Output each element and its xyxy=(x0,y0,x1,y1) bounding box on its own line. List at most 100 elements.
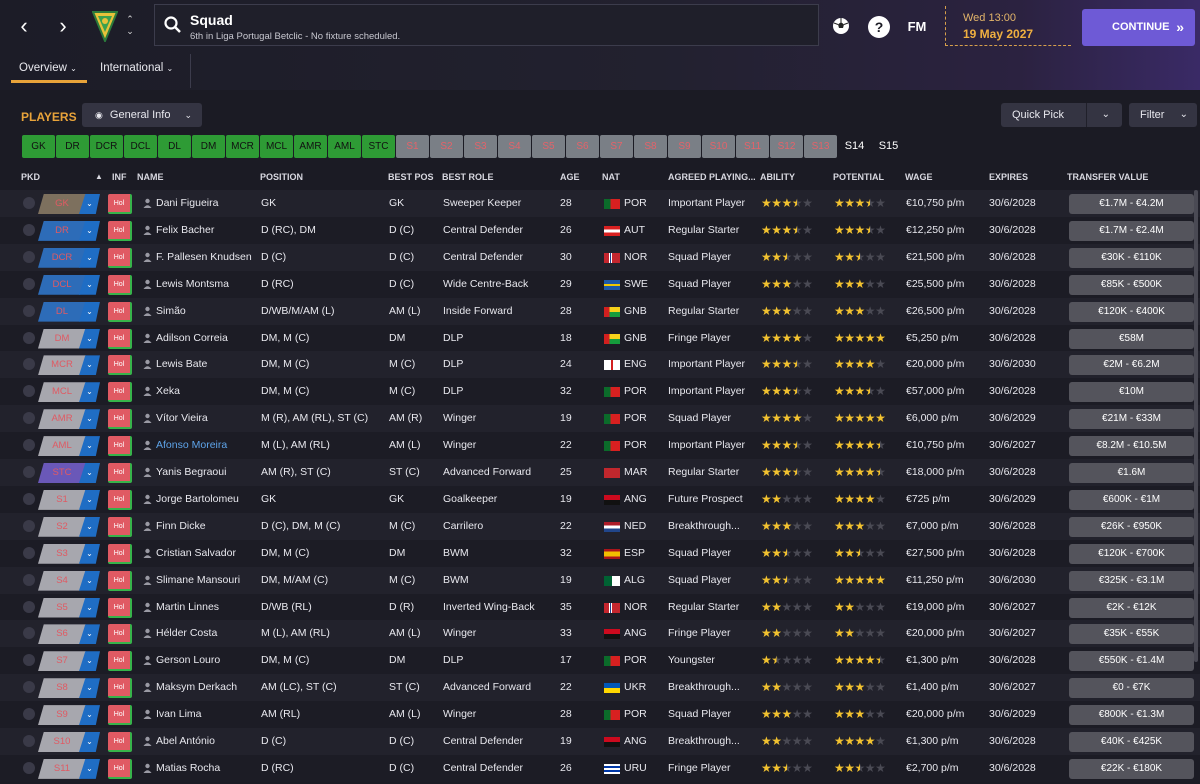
transfer-value-badge[interactable]: €1.7M - €2.4M xyxy=(1069,220,1194,241)
player-name[interactable]: Lewis Montsma xyxy=(156,271,256,298)
select-checkbox[interactable] xyxy=(23,735,35,747)
table-row[interactable]: S4 ⌄ Hol Slimane Mansouri DM, M/AM (C) M (C) B… xyxy=(0,566,1200,594)
pkd-position-box[interactable]: DL xyxy=(38,301,86,322)
table-row[interactable]: GK ⌄ Hol Dani Figueira GK GK Sweeper Keeper 28 P… xyxy=(0,190,1200,217)
position-chip[interactable]: DR xyxy=(56,135,89,158)
continue-button[interactable]: CONTINUE » xyxy=(1082,9,1195,46)
position-chip[interactable]: DL xyxy=(158,135,191,158)
tab-overview[interactable]: Overview ⌄ xyxy=(19,62,77,74)
pkd-position-box[interactable]: S2 xyxy=(38,516,86,537)
transfer-value-badge[interactable]: €58M xyxy=(1069,328,1194,349)
select-checkbox[interactable] xyxy=(23,546,35,559)
transfer-value-badge[interactable]: €325K - €3.1M xyxy=(1069,570,1194,591)
chevron-down-icon[interactable]: ⌄ xyxy=(1102,103,1110,127)
table-row[interactable]: S7 ⌄ Hol Gerson Louro DM, M (C) DM DLP 17 POR You… xyxy=(0,647,1200,675)
player-name[interactable]: Cristian Salvador xyxy=(156,540,256,567)
position-chip[interactable]: S4 xyxy=(498,135,531,158)
help-icon[interactable]: ? xyxy=(868,16,890,38)
pkd-position-box[interactable]: AMR xyxy=(38,409,86,430)
player-name[interactable]: Yanis Begraoui xyxy=(156,459,256,486)
player-name[interactable]: Hélder Costa xyxy=(156,620,256,647)
select-checkbox[interactable] xyxy=(23,573,35,586)
pkd-position-box[interactable]: STC xyxy=(38,463,86,483)
table-row[interactable]: S6 ⌄ Hol Hélder Costa M (L), AM (RL) AM (L) Wi… xyxy=(0,620,1200,648)
table-row[interactable]: S11 ⌄ Hol Matias Rocha D (RC) D (C) Central De… xyxy=(0,754,1200,782)
position-chip[interactable]: S5 xyxy=(532,135,565,158)
player-name[interactable]: Matias Rocha xyxy=(156,755,256,782)
table-row[interactable]: STC ⌄ Hol Yanis Begraoui AM (R), ST (C) ST (C… xyxy=(0,459,1200,486)
player-name[interactable]: F. Pallesen Knudsen xyxy=(156,244,256,271)
table-row[interactable]: DR ⌄ Hol Felix Bacher D (RC), DM D (C) Central… xyxy=(0,216,1200,244)
col-name[interactable]: NAME xyxy=(137,172,164,182)
player-nationality[interactable]: POR xyxy=(624,432,664,459)
player-nationality[interactable]: POR xyxy=(624,190,664,217)
club-switch-icon[interactable]: ⌃ ⌄ xyxy=(124,13,136,37)
player-name[interactable]: Vítor Vieira xyxy=(156,405,256,432)
table-row[interactable]: AML ⌄ Hol Afonso Moreira M (L), AM (RL) AM (L… xyxy=(0,432,1200,460)
position-chip[interactable]: DM xyxy=(192,135,225,158)
position-chip[interactable]: S15 xyxy=(872,135,905,158)
table-row[interactable]: S5 ⌄ Hol Martin Linnes D/WB (RL) D (R) Inverte… xyxy=(0,593,1200,621)
position-chip[interactable]: GK xyxy=(22,135,55,158)
position-chip[interactable]: S3 xyxy=(464,135,497,158)
col-expires[interactable]: EXPIRES xyxy=(989,172,1028,182)
table-scrollbar[interactable] xyxy=(1194,190,1198,662)
table-row[interactable]: DCR ⌄ Hol F. Pallesen Knudsen D (C) D (C) Cent… xyxy=(0,243,1200,271)
player-name[interactable]: Ivan Lima xyxy=(156,701,256,728)
pkd-position-box[interactable]: S10 xyxy=(38,732,86,752)
player-name[interactable]: Gerson Louro xyxy=(156,647,256,674)
player-nationality[interactable]: AUT xyxy=(624,217,664,244)
col-potential[interactable]: POTENTIAL xyxy=(833,172,884,182)
select-checkbox[interactable] xyxy=(23,654,35,667)
player-nationality[interactable]: NOR xyxy=(624,244,664,271)
player-name[interactable]: Simão xyxy=(156,298,256,325)
pkd-position-box[interactable]: S8 xyxy=(38,678,86,699)
player-nationality[interactable]: NED xyxy=(624,513,664,540)
pkd-position-box[interactable]: MCL xyxy=(38,382,86,403)
position-chip[interactable]: S8 xyxy=(634,135,667,158)
table-row[interactable]: MCR ⌄ Hol Lewis Bate DM, M (C) M (C) DLP 24 ENG I… xyxy=(0,351,1200,379)
player-nationality[interactable]: UKR xyxy=(624,674,664,701)
col-ability[interactable]: ABILITY xyxy=(760,172,795,182)
player-name[interactable]: Maksym Derkach xyxy=(156,674,256,701)
transfer-value-badge[interactable]: €8.2M - €10.5M xyxy=(1069,436,1194,457)
select-checkbox[interactable] xyxy=(23,412,35,425)
table-row[interactable]: S1 ⌄ Hol Jorge Bartolomeu GK GK Goalkeeper 19 AN… xyxy=(0,485,1200,513)
select-checkbox[interactable] xyxy=(23,466,35,478)
table-row[interactable]: MCL ⌄ Hol Xeka DM, M (C) M (C) DLP 32 POR Importa… xyxy=(0,378,1200,406)
col-best-role[interactable]: BEST ROLE xyxy=(442,172,494,182)
forward-arrow-icon[interactable]: › xyxy=(50,14,76,40)
player-nationality[interactable]: ALG xyxy=(624,567,664,594)
pkd-position-box[interactable]: S3 xyxy=(38,543,86,564)
position-chip[interactable]: MCL xyxy=(260,135,293,158)
player-nationality[interactable]: GNB xyxy=(624,298,664,325)
select-checkbox[interactable] xyxy=(23,681,35,694)
position-chip[interactable]: S10 xyxy=(702,135,735,158)
table-row[interactable]: S2 ⌄ Hol Finn Dicke D (C), DM, M (C) M (C) Car… xyxy=(0,512,1200,540)
col-transfer-value[interactable]: TRANSFER VALUE xyxy=(1067,172,1148,182)
player-nationality[interactable]: ENG xyxy=(624,351,664,378)
page-search-box[interactable]: Squad 6th in Liga Portugal Betclic - No … xyxy=(154,4,819,46)
player-name[interactable]: Slimane Mansouri xyxy=(156,567,256,594)
pkd-position-box[interactable]: GK xyxy=(38,194,86,214)
select-checkbox[interactable] xyxy=(23,627,35,640)
table-row[interactable]: S8 ⌄ Hol Maksym Derkach AM (LC), ST (C) ST (C… xyxy=(0,674,1200,702)
transfer-value-badge[interactable]: €2M - €6.2M xyxy=(1069,355,1194,376)
position-chip[interactable]: STC xyxy=(362,135,395,158)
position-chip[interactable]: DCR xyxy=(90,135,123,158)
ball-icon[interactable] xyxy=(831,16,851,36)
select-checkbox[interactable] xyxy=(23,304,35,317)
transfer-value-badge[interactable]: €10M xyxy=(1069,382,1194,403)
player-nationality[interactable]: ANG xyxy=(624,620,664,647)
player-nationality[interactable]: GNB xyxy=(624,325,664,352)
col-wage[interactable]: WAGE xyxy=(905,172,933,182)
col-best-pos[interactable]: BEST POS xyxy=(388,172,434,182)
club-crest-icon[interactable] xyxy=(92,10,118,42)
player-name[interactable]: Xeka xyxy=(156,378,256,405)
transfer-value-badge[interactable]: €2K - €12K xyxy=(1069,597,1194,618)
transfer-value-badge[interactable]: €0 - €7K xyxy=(1069,678,1194,699)
select-checkbox[interactable] xyxy=(23,385,35,398)
col-position[interactable]: POSITION xyxy=(260,172,303,182)
transfer-value-badge[interactable]: €800K - €1.3M xyxy=(1069,705,1194,726)
table-row[interactable]: S10 ⌄ Hol Abel António D (C) D (C) Central Def… xyxy=(0,728,1200,755)
